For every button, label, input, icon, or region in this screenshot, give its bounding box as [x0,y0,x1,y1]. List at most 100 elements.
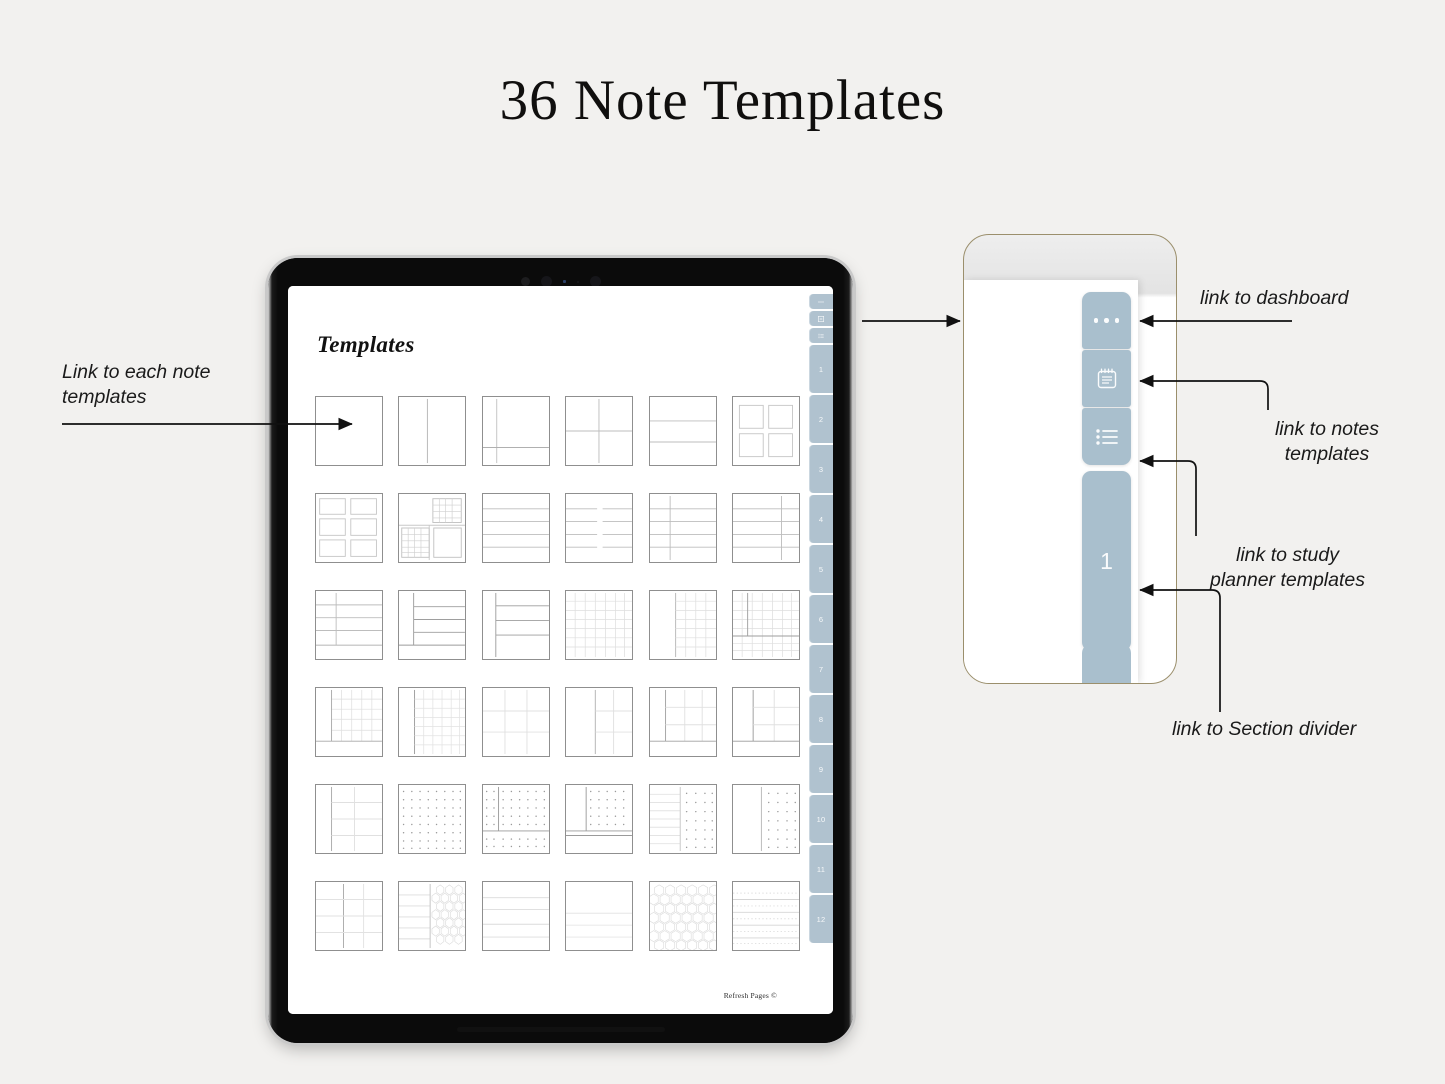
annotation-note-templates: Link to each note templates [62,361,211,408]
tab-page-12[interactable]: 12 [809,895,833,943]
zoom-tab-notes[interactable] [1082,350,1131,407]
tab-label: 8 [818,714,824,724]
tab-label: 7 [818,664,824,674]
template-thumb-two-col-grid-footer[interactable] [648,687,717,757]
template-thumb-dashed-lines[interactable] [732,881,801,951]
page-tab-strip: 1 2 3 4 5 6 7 8 9 10 11 12 [807,294,833,945]
zoom-detail-card: 1 [963,234,1177,684]
notepad-icon [1097,368,1116,388]
tab-page-6[interactable]: 6 [809,595,833,643]
tab-label: 12 [816,914,826,924]
list-icon [1095,428,1118,445]
template-thumb-narrow-col-lines[interactable] [481,590,550,660]
tab-page-7[interactable]: 7 [809,645,833,693]
template-row [315,493,801,563]
list-icon [818,333,824,338]
template-thumb-left-col-lines-footer[interactable] [315,590,383,660]
tab-page-5[interactable]: 5 [809,545,833,593]
more-dots-icon [1093,318,1120,323]
templates-page: Templates Refresh Pages © 1 2 3 4 5 6 7 … [288,286,833,1014]
tab-label: 9 [818,764,824,774]
tab-page-2[interactable]: 2 [809,395,833,443]
template-thumb-wide-lines[interactable] [481,881,550,951]
tab-notepad[interactable] [809,311,833,326]
page-title: 36 Note Templates [499,69,946,132]
tab-page-4[interactable]: 4 [809,495,833,543]
tab-page-9[interactable]: 9 [809,745,833,793]
zoom-tab-study-planner[interactable] [1082,408,1131,465]
template-thumb-two-column[interactable] [398,396,467,466]
tab-page-1[interactable]: 1 [809,345,833,393]
template-thumb-left-col-lines-wide[interactable] [398,590,467,660]
tab-label: 1 [818,364,824,374]
annotation-notes-templates: link to notes templates [1274,418,1380,465]
tab-page-10[interactable]: 10 [809,795,833,843]
template-thumb-half-blank-half-grid[interactable] [648,590,717,660]
tab-label: 3 [818,464,824,474]
template-thumb-blank[interactable] [315,396,383,466]
zoom-tab-partial [1082,644,1131,683]
tab-label: 10 [816,814,826,824]
tablet-screen[interactable]: Templates Refresh Pages © 1 2 3 4 5 6 7 … [288,286,833,1014]
template-thumb-three-col-light-grid[interactable] [315,881,383,951]
annotation-study-planner: link to study planner templates [1209,544,1365,591]
notepad-icon [818,315,824,322]
annotation-section-divider: link to Section divider [1172,718,1357,740]
template-thumb-full-small-grid[interactable] [565,590,634,660]
tab-label: 4 [818,514,824,524]
tab-label: 11 [816,864,826,874]
template-thumb-lines-left-column[interactable] [648,493,717,563]
template-thumb-five-lines[interactable] [481,493,550,563]
zoom-tab-dashboard[interactable] [1082,292,1131,349]
template-thumb-quadrant[interactable] [565,396,634,466]
template-row [315,881,801,951]
template-thumb-left-col-grid-footer[interactable] [315,687,383,757]
template-thumb-three-rows-wide[interactable] [648,396,717,466]
tablet-device: Templates Refresh Pages © 1 2 3 4 5 6 7 … [268,258,853,1043]
template-thumb-full-dot-grid[interactable] [398,784,467,854]
tab-label: 2 [818,414,824,424]
template-thumb-sparse-lines[interactable] [565,881,634,951]
template-thumb-dot-grid-split-footer[interactable] [481,784,550,854]
template-row [315,784,801,854]
templates-grid [315,396,801,978]
tab-more-dots[interactable] [809,294,833,309]
home-indicator [456,1027,665,1032]
zoom-tab-label: 1 [1100,547,1113,574]
template-row [315,590,801,660]
template-thumb-half-blank-wide-grid[interactable] [565,687,634,757]
more-dots-icon [818,300,824,303]
template-thumb-mixed-grid-blocks[interactable] [398,493,467,563]
zoom-tab-section-divider[interactable]: 1 [1082,471,1131,651]
microphone-dot-icon [576,280,579,283]
template-thumb-col-grid-footer[interactable] [732,687,801,757]
tab-page-11[interactable]: 11 [809,845,833,893]
template-thumb-lines-right-column[interactable] [732,493,801,563]
template-thumb-four-boxes[interactable] [732,396,801,466]
tab-label: 5 [818,564,824,574]
template-thumb-six-boxes[interactable] [315,493,383,563]
templates-heading: Templates [317,332,415,357]
template-thumb-three-col-grid[interactable] [315,784,383,854]
template-thumb-sidebar-left-footer[interactable] [481,396,550,466]
template-thumb-full-hexagons[interactable] [648,881,717,951]
template-row [315,687,801,757]
tab-label: 6 [818,614,824,624]
template-thumb-grid-with-divider[interactable] [732,590,801,660]
template-thumb-lines-and-dots[interactable] [648,784,717,854]
template-thumb-lines-and-hexagons[interactable] [398,881,467,951]
status-led-icon [562,280,566,283]
tab-page-3[interactable]: 3 [809,445,833,493]
template-row [315,396,801,466]
footer-credit: Refresh Pages © [723,991,777,1000]
tab-page-8[interactable]: 8 [809,695,833,743]
annotation-dashboard: link to dashboard [1200,287,1349,309]
template-thumb-wide-grid[interactable] [481,687,550,757]
tab-list[interactable] [809,328,833,343]
sensor-dot-icon [520,277,530,286]
template-thumb-split-lines[interactable] [565,493,634,563]
template-thumb-dot-grid-with-sidebar[interactable] [565,784,634,854]
zoom-tab-strip: 1 [1082,292,1131,651]
template-thumb-blank-and-dots[interactable] [732,784,801,854]
template-thumb-narrow-col-grid[interactable] [398,687,467,757]
